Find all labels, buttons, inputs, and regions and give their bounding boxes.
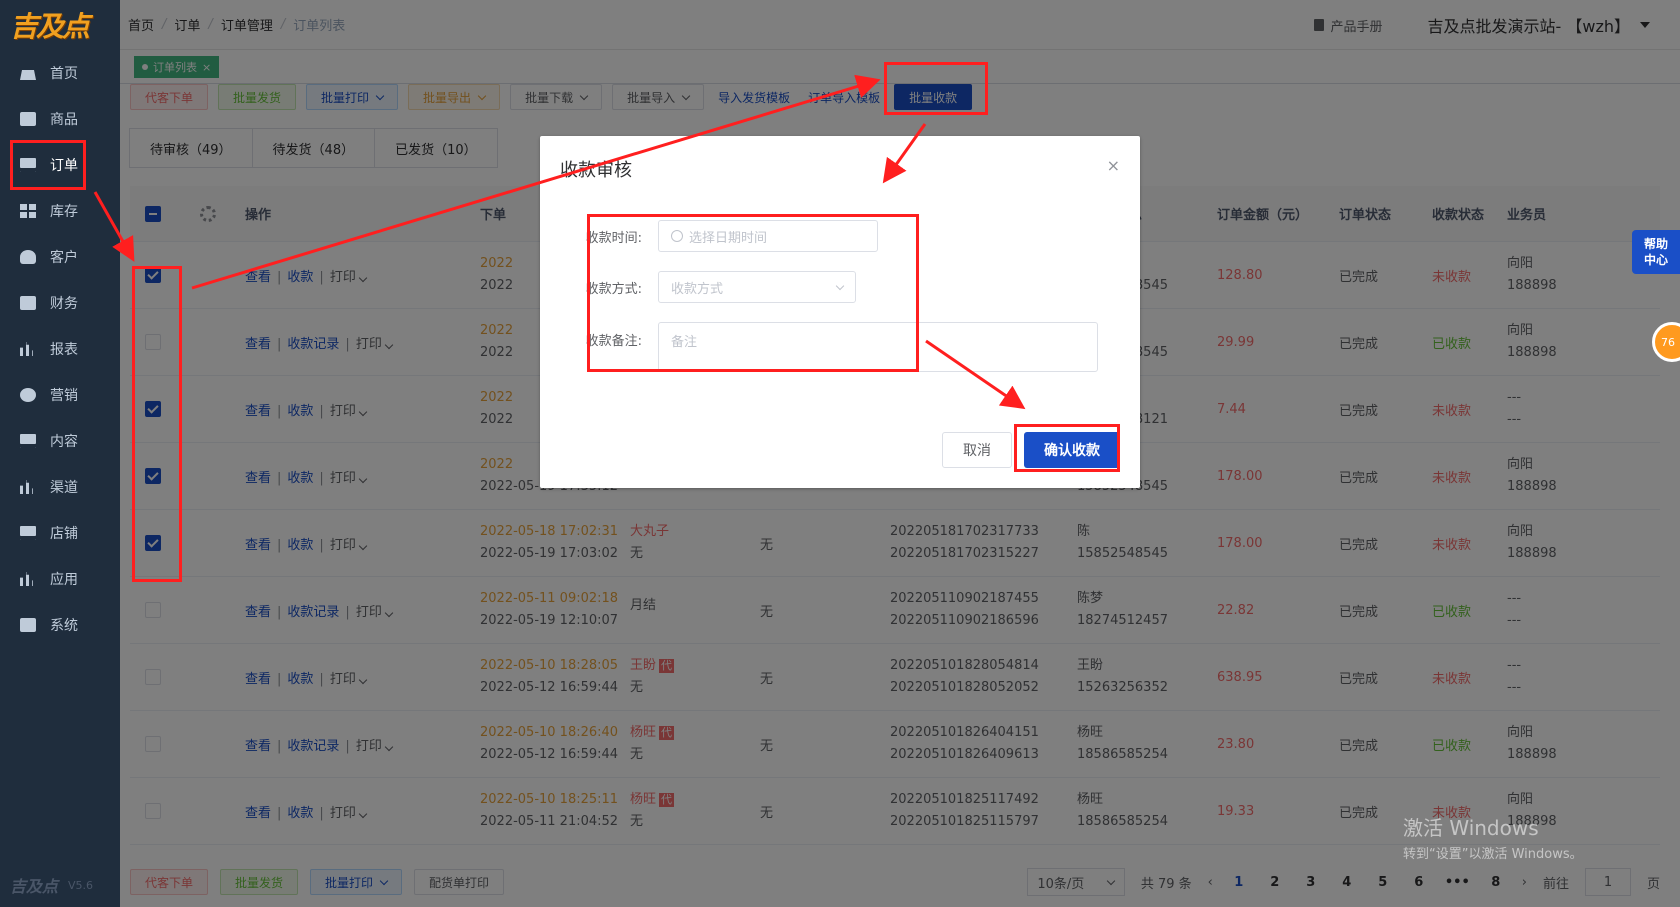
time-placeholder: 选择日期时间	[689, 230, 768, 246]
sidebar-nav: 首页 商品 订单 库存 客户 财务 报表 营销 内容 渠道 店铺 应用 系统	[0, 50, 120, 648]
sidebar-item-apps[interactable]: 应用	[0, 556, 120, 602]
sidebar-footer: 吉及点 V5.6	[10, 873, 93, 897]
sidebar-item-label: 首页	[50, 66, 78, 82]
payment-note-textarea[interactable]: 备注	[658, 322, 1098, 372]
form-row-time: 收款时间: 选择日期时间	[560, 220, 878, 252]
help-line2: 中心	[1643, 253, 1668, 267]
home-icon	[20, 66, 36, 80]
app-logo[interactable]: 吉及点	[0, 0, 120, 50]
sidebar-item-label: 商品	[50, 112, 78, 128]
method-label: 收款方式:	[585, 281, 642, 297]
help-center-button[interactable]: 帮助 中心	[1632, 230, 1680, 274]
chevron-down-icon	[835, 281, 845, 290]
sidebar-item-label: 内容	[50, 434, 78, 450]
content-icon	[20, 434, 36, 448]
sidebar: 吉及点 首页 商品 订单 库存 客户 财务 报表 营销 内容 渠道 店铺 应用 …	[0, 0, 120, 907]
sidebar-item-home[interactable]: 首页	[0, 50, 120, 96]
note-placeholder: 备注	[671, 335, 698, 350]
sidebar-item-reports[interactable]: 报表	[0, 326, 120, 372]
sidebar-item-stores[interactable]: 店铺	[0, 510, 120, 556]
sidebar-item-label: 报表	[50, 342, 78, 358]
payment-time-picker[interactable]: 选择日期时间	[658, 220, 878, 252]
watermark-line1: 激活 Windows	[1403, 816, 1539, 840]
logo-text: 吉及点	[10, 10, 90, 43]
sidebar-item-label: 应用	[50, 572, 78, 588]
sidebar-item-label: 营销	[50, 388, 78, 404]
close-icon[interactable]: ×	[1107, 156, 1120, 175]
sidebar-item-marketing[interactable]: 营销	[0, 372, 120, 418]
grid-icon	[20, 204, 36, 218]
channel-icon	[20, 480, 33, 494]
confirm-payment-button[interactable]: 确认收款	[1024, 432, 1120, 468]
sidebar-item-label: 财务	[50, 296, 78, 312]
badge-count: 76	[1661, 335, 1675, 349]
sidebar-item-inventory[interactable]: 库存	[0, 188, 120, 234]
apps-icon	[20, 572, 33, 586]
sidebar-item-content[interactable]: 内容	[0, 418, 120, 464]
footer-logo: 吉及点	[10, 877, 59, 896]
form-row-method: 收款方式: 收款方式	[560, 271, 856, 303]
system-icon	[20, 618, 36, 632]
windows-watermark: 激活 Windows 转到“设置”以激活 Windows。	[1403, 812, 1583, 862]
clock-icon	[671, 230, 683, 242]
chart-icon	[20, 342, 33, 356]
method-placeholder: 收款方式	[671, 281, 724, 297]
finance-icon	[20, 296, 36, 310]
cancel-button[interactable]: 取消	[942, 432, 1012, 468]
cart-icon	[20, 112, 36, 126]
sidebar-item-channels[interactable]: 渠道	[0, 464, 120, 510]
dialog-title: 收款审核	[560, 160, 632, 181]
marketing-icon	[20, 388, 36, 402]
sidebar-item-customers[interactable]: 客户	[0, 234, 120, 280]
version-label: V5.6	[68, 878, 94, 892]
form-row-note: 收款备注: 备注	[560, 322, 1098, 372]
sidebar-item-label: 渠道	[50, 480, 78, 496]
sidebar-item-label: 订单	[50, 158, 78, 174]
sidebar-item-goods[interactable]: 商品	[0, 96, 120, 142]
sidebar-item-label: 客户	[50, 250, 78, 266]
sidebar-item-finance[interactable]: 财务	[0, 280, 120, 326]
help-line1: 帮助	[1643, 237, 1668, 251]
sidebar-item-label: 系统	[50, 618, 78, 634]
dialog-footer: 取消 确认收款	[942, 432, 1120, 468]
sidebar-item-orders[interactable]: 订单	[0, 142, 120, 188]
order-icon	[20, 158, 36, 172]
store-icon	[20, 526, 36, 540]
note-label: 收款备注:	[585, 334, 642, 349]
user-icon	[20, 250, 36, 264]
watermark-line2: 转到“设置”以激活 Windows。	[1403, 847, 1583, 862]
sidebar-item-label: 库存	[50, 204, 78, 220]
sidebar-item-label: 店铺	[50, 526, 78, 542]
time-label: 收款时间:	[585, 230, 642, 246]
sidebar-item-system[interactable]: 系统	[0, 602, 120, 648]
payment-review-dialog: 收款审核 × 收款时间: 选择日期时间 收款方式: 收款方式 收款备注: 备注 …	[540, 136, 1140, 488]
payment-method-select[interactable]: 收款方式	[658, 271, 856, 303]
